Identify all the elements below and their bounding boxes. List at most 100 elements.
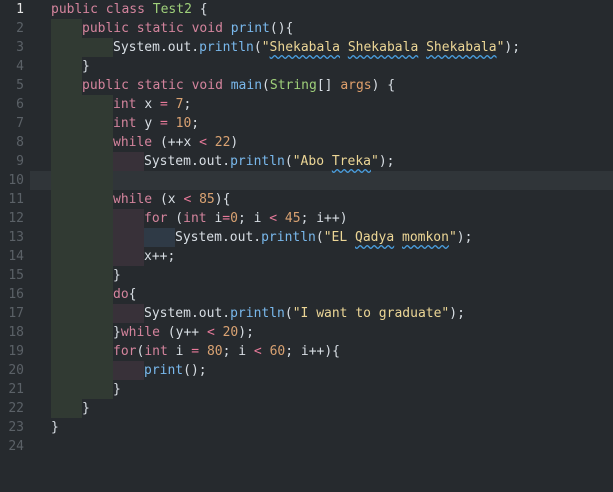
line-number: 20	[8, 363, 24, 378]
code-line[interactable]: System.out.println("I want to graduate")…	[144, 304, 465, 323]
string-literal: "Abo	[292, 154, 332, 169]
operator: <	[253, 344, 262, 359]
operator: <	[183, 192, 192, 207]
line-number: 16	[8, 287, 24, 302]
number-literal: 45	[284, 211, 301, 226]
line-number: 11	[8, 192, 24, 207]
line-number: 8	[16, 135, 24, 150]
indent-guide-level2-main	[82, 95, 113, 399]
number-literal: 20	[222, 325, 239, 340]
line-number: 10	[8, 173, 24, 188]
code-line[interactable]: while (++x < 22)	[113, 133, 238, 152]
code-text: System.out.	[144, 306, 231, 321]
number-literal: 80	[206, 344, 223, 359]
spelling-squiggle-word: Treka	[331, 154, 371, 169]
line-number: 3	[16, 40, 24, 55]
line-number: 22	[8, 401, 24, 416]
code-line[interactable]: while (x < 85){	[113, 190, 230, 209]
code-text: );	[456, 230, 473, 245]
code-text: }	[113, 325, 121, 340]
code-text: ;	[191, 116, 200, 131]
indent-guide-level2-print	[82, 38, 113, 57]
indent-guide-level3-do	[113, 304, 144, 323]
line-number: 14	[8, 249, 24, 264]
code-text: );	[504, 40, 521, 55]
code-text: );	[238, 325, 254, 340]
variable: i	[167, 344, 192, 359]
line-number: 24	[8, 439, 24, 454]
code-text: ;	[183, 97, 192, 112]
code-text: System.out.	[144, 154, 231, 169]
code-text: System.out.	[113, 40, 200, 55]
indent-guide-level4-for	[144, 228, 175, 247]
code-line[interactable]: System.out.println("EL Qadya momkon");	[175, 228, 472, 247]
parameter-name: args	[340, 78, 372, 93]
string-literal	[394, 230, 402, 245]
method-name: main	[230, 78, 263, 93]
code-line[interactable]: }while (y++ < 20);	[113, 323, 254, 342]
method-name: println	[230, 154, 285, 169]
code-line[interactable]: }	[82, 57, 90, 76]
code-line[interactable]: }	[113, 266, 121, 285]
spelling-squiggle-word: momkon	[402, 230, 449, 245]
code-text: ; i	[237, 211, 270, 226]
current-line-highlight	[30, 171, 613, 190]
code-text: (	[262, 78, 270, 93]
code-editor[interactable]: 1 2 3 4 5 6 7 8 9 10 11 12 13 14 15 16 1…	[0, 0, 613, 492]
code-line[interactable]: x++;	[144, 247, 175, 266]
code-line[interactable]: }	[51, 418, 59, 437]
code-text: }	[113, 268, 121, 283]
method-name: print	[230, 21, 270, 36]
code-line[interactable]: }	[82, 399, 90, 418]
class-name: Test2	[152, 2, 192, 17]
operator: =	[191, 344, 200, 359]
code-line[interactable]: for (int i=0; i < 45; i++)	[144, 209, 348, 228]
code-text: (	[253, 40, 262, 55]
code-text: }	[51, 420, 59, 435]
line-number: 19	[8, 344, 24, 359]
method-name: print	[144, 363, 184, 378]
line-number: 5	[16, 78, 24, 93]
keyword: int	[183, 211, 207, 226]
line-number: 18	[8, 325, 24, 340]
indent-guide-level3-for	[113, 361, 144, 380]
code-text: );	[378, 154, 395, 169]
number-literal: 22	[214, 135, 231, 150]
code-text: ; i++){	[285, 344, 341, 359]
code-line[interactable]: int y = 10;	[113, 114, 199, 133]
code-line[interactable]: do{	[113, 285, 136, 304]
keyword: void	[191, 78, 223, 93]
keyword: int	[113, 116, 137, 131]
code-line[interactable]: System.out.println("Abo Treka");	[144, 152, 394, 171]
keyword: public	[82, 21, 129, 36]
keyword: static	[136, 78, 184, 93]
code-text: );	[449, 306, 465, 321]
string-literal	[340, 40, 348, 55]
code-line[interactable]: public static void main(String[] args) {	[82, 76, 395, 95]
string-literal: "	[371, 154, 379, 169]
variable: i	[206, 211, 223, 226]
line-number: 6	[16, 97, 24, 112]
keyword: int	[113, 97, 137, 112]
code-line[interactable]: print();	[144, 361, 207, 380]
code-text: )	[230, 135, 239, 150]
code-line[interactable]: for(int i = 80; i < 60; i++){	[113, 342, 340, 361]
code-line[interactable]: public class Test2 {	[51, 0, 208, 19]
code-text: (	[315, 230, 324, 245]
code-line[interactable]: System.out.println("Shekabala Shekabala …	[113, 38, 520, 57]
number-literal: 10	[175, 116, 192, 131]
line-number: 15	[8, 268, 24, 283]
code-text: ; i	[222, 344, 254, 359]
code-line[interactable]: }	[113, 380, 121, 399]
code-line[interactable]: public static void print(){	[82, 19, 293, 38]
operator: <	[269, 211, 278, 226]
operator: <	[206, 325, 215, 340]
line-number: 9	[16, 154, 24, 169]
line-number: 23	[8, 420, 24, 435]
code-line[interactable]: int x = 7;	[113, 95, 191, 114]
code-text: (x	[152, 192, 184, 207]
code-text: }	[82, 59, 90, 74]
code-text: (y++	[159, 325, 207, 340]
code-text: {	[128, 287, 137, 302]
operator: <	[199, 135, 207, 150]
